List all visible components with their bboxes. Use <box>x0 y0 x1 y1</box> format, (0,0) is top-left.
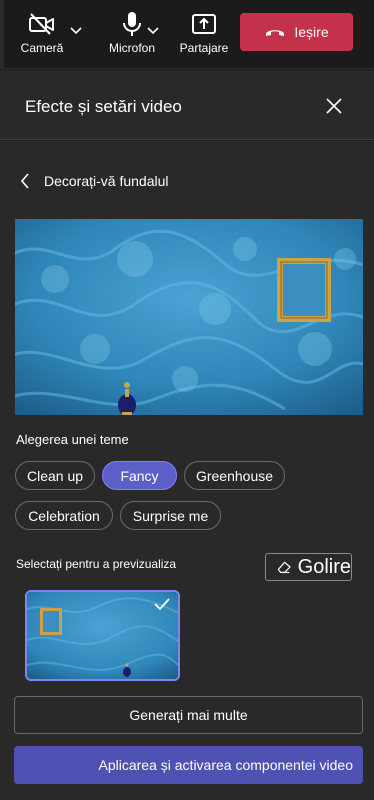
microphone-options-chevron-icon[interactable] <box>146 26 160 36</box>
close-button[interactable] <box>322 94 346 118</box>
apply-label: Aplicarea și activarea componentei video <box>98 757 353 773</box>
camera-button[interactable]: Cameră <box>18 0 66 69</box>
share-button[interactable]: Partajare <box>176 0 232 69</box>
theme-chip-surprise-me[interactable]: Surprise me <box>120 501 221 530</box>
leave-button[interactable]: Ieșire <box>240 13 353 51</box>
microphone-icon <box>118 10 146 38</box>
camera-options-chevron-icon[interactable] <box>69 26 83 36</box>
share-icon <box>190 10 218 38</box>
eraser-icon <box>277 561 291 574</box>
panel-title: Efecte și setări video <box>25 97 182 116</box>
camera-off-icon <box>28 10 56 38</box>
microphone-label: Microfon <box>108 41 155 55</box>
checkmark-icon <box>154 598 170 611</box>
meeting-toolbar: Cameră Microfon Partajare Ieșire <box>0 0 374 69</box>
generate-more-button[interactable]: Generați mai multe <box>14 696 363 734</box>
theme-chip-celebration[interactable]: Celebration <box>15 501 113 530</box>
background-preview-image <box>15 219 363 415</box>
panel-header: Efecte și setări video <box>0 70 374 140</box>
theme-chip-clean-up[interactable]: Clean up <box>15 461 95 490</box>
apply-and-turn-on-video-button[interactable]: Aplicarea și activarea componentei video <box>14 746 363 784</box>
preview-select-heading: Selectați pentru a previzualiza <box>16 557 177 571</box>
back-button[interactable]: Decorați-vă fundalul <box>20 168 169 194</box>
theme-heading: Alegerea unei teme <box>16 432 129 447</box>
theme-chip-fancy[interactable]: Fancy <box>102 461 177 490</box>
leave-label: Ieșire <box>294 24 329 40</box>
chevron-left-icon <box>20 173 29 189</box>
back-label: Decorați-vă fundalul <box>44 173 169 189</box>
theme-chip-greenhouse[interactable]: Greenhouse <box>184 461 285 490</box>
toolbar-edge <box>0 0 4 69</box>
clear-button[interactable]: Golire <box>265 553 352 581</box>
generate-more-label: Generați mai multe <box>129 707 248 723</box>
phone-hangup-icon <box>266 30 285 36</box>
close-icon <box>326 98 342 114</box>
camera-label: Cameră <box>20 41 64 55</box>
clear-label: Golire <box>297 555 351 578</box>
share-label: Partajare <box>179 41 229 55</box>
